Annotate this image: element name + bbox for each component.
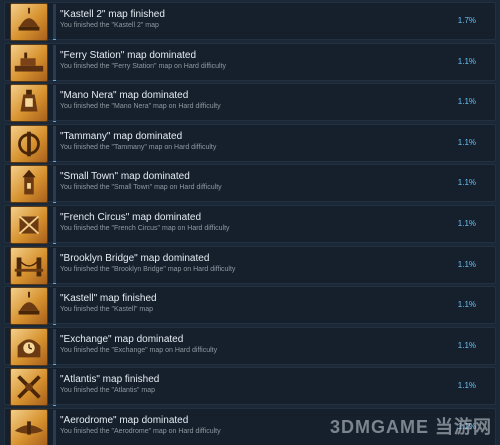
achievement-title: "Ferry Station" map dominated [60,49,197,61]
progress-bar [53,207,56,243]
achievement-description: You finished the "Tammany" map on Hard d… [60,143,217,151]
achievement-description: You finished the "French Circus" map on … [60,225,230,232]
progress-bar [53,247,56,284]
crate-icon [10,206,48,244]
helmet-icon [10,3,48,41]
achievement-title: "Aerodrome" map dominated [60,415,189,426]
achievement-title: "Atlantis" map finished [60,374,160,386]
unlock-percent: 1.1% [457,137,476,147]
crossed-guns-icon [10,368,48,407]
progress-bar [53,328,56,365]
unlock-percent: 1.1% [457,178,476,188]
ferry-icon [10,43,48,82]
achievement-row[interactable]: "French Circus" map dominated You finishe… [4,205,496,244]
unlock-percent: 1.7% [457,16,476,25]
achievement-title: "Mano Nera" map dominated [60,90,189,102]
plane-icon [10,409,48,445]
progress-fill [53,39,56,40]
unlock-percent: 1.1% [457,259,476,269]
achievement-row[interactable]: "Ferry Station" map dominated You finishe… [4,42,496,82]
clock-icon [10,327,48,366]
bridge-icon [10,246,48,285]
achievement-description: You finished the "Aerodrome" map on Hard… [60,428,221,435]
achievement-row[interactable]: "Small Town" map dominated You finished t… [4,164,496,204]
achievement-row[interactable]: "Kastell 2" map finished You finished the… [4,2,496,41]
tower-icon [10,165,48,204]
achievement-title: "Kastell 2" map finished [60,9,165,20]
achievement-title: "French Circus" map dominated [60,212,202,223]
progress-bar [53,410,56,445]
progress-bar [53,85,56,122]
unlock-percent: 1.1% [457,340,476,350]
progress-bar [53,44,56,81]
achievement-row[interactable]: "Kastell" map finished You finished the "… [4,286,496,326]
achievement-description: You finished the "Atlantis" map [60,387,155,395]
achievement-row[interactable]: "Tammany" map dominated You finished the … [4,123,496,163]
achievement-row[interactable]: "Brooklyn Bridge" map dominated You finis… [4,245,496,285]
achievement-description: You finished the "Exchange" map on Hard … [60,346,218,354]
achievement-description: You finished the "Small Town" map on Har… [60,184,222,192]
unlock-percent: 1.1% [457,56,476,66]
watermark: 3DMGAME 当游网 [329,417,492,437]
unlock-percent: 1.1% [457,381,476,391]
achievement-title: "Exchange" map dominated [60,333,184,345]
progress-bar [53,166,56,203]
emblem-icon [10,124,48,163]
achievement-description: You finished the "Kastell" map [60,306,154,314]
achievement-description: You finished the "Brooklyn Bridge" map o… [60,265,236,273]
achievement-title: "Tammany" map dominated [60,130,183,142]
progress-bar [53,288,56,325]
achievement-title: "Small Town" map dominated [60,171,190,183]
achievement-title: "Kastell" map finished [60,293,157,305]
progress-bar [53,125,56,162]
achievement-row[interactable]: "Exchange" map dominated You finished the… [4,326,496,366]
unlock-percent: 1.1% [457,300,476,310]
progress-bar [53,369,56,406]
achievement-description: You finished the "Kastell 2" map [60,22,159,29]
unlock-percent: 1.1% [457,219,476,228]
achievement-title: "Brooklyn Bridge" map dominated [60,252,210,264]
helmet-icon [10,287,48,326]
achievement-description: You finished the "Mano Nera" map on Hard… [60,103,221,111]
unlock-percent: 1.1% [457,97,476,107]
achievement-description: You finished the "Ferry Station" map on … [60,62,227,70]
progress-bar [53,4,56,40]
achievement-row[interactable]: "Atlantis" map finished You finished the … [4,367,496,407]
lantern-icon [10,84,48,123]
achievement-row[interactable]: "Mano Nera" map dominated You finished th… [4,83,496,123]
